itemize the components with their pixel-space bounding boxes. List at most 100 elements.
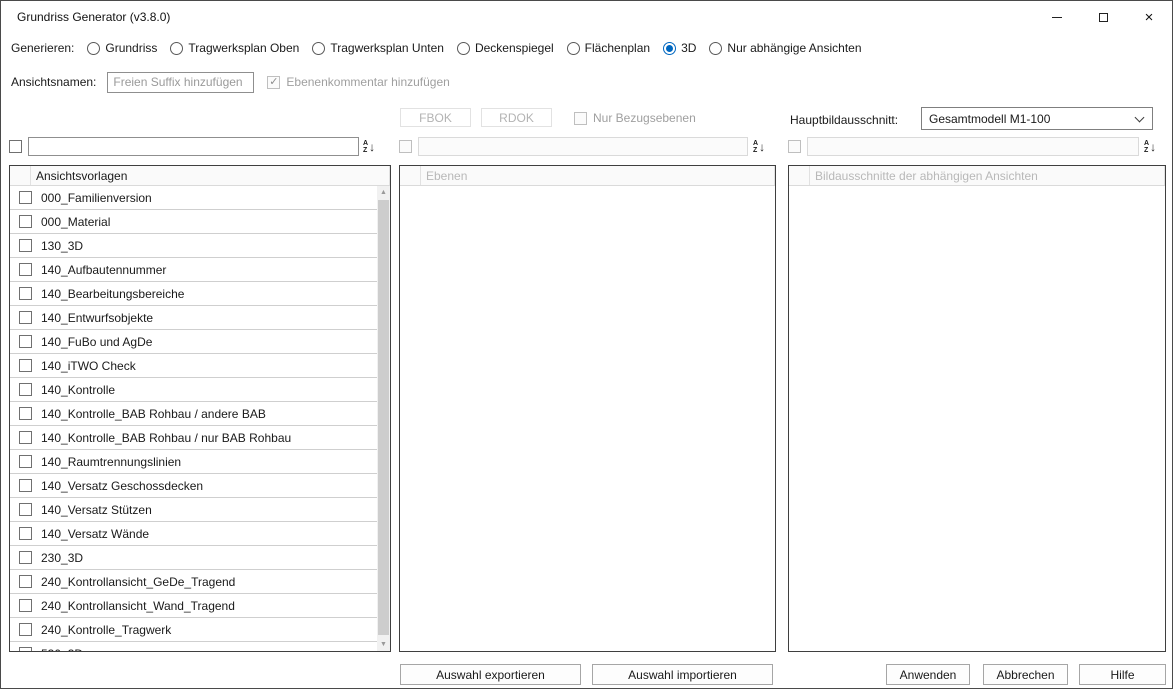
scroll-up-icon[interactable]: ▲	[377, 186, 390, 199]
scrollbar-thumb[interactable]	[378, 200, 389, 635]
radio-label: 3D	[681, 41, 696, 55]
template-list-item[interactable]: 140_Kontrolle_BAB Rohbau / nur BAB Rohba…	[10, 426, 377, 450]
template-list-item[interactable]: 140_Kontrolle	[10, 378, 377, 402]
template-list-item[interactable]: 140_Versatz Geschossdecken	[10, 474, 377, 498]
template-list-item[interactable]: 140_Kontrolle_BAB Rohbau / andere BAB	[10, 402, 377, 426]
checkmark-icon: ✓	[269, 77, 278, 88]
dependent-viewports-list	[789, 186, 1165, 651]
templates-filter-checkbox[interactable]	[9, 140, 22, 153]
radio-grundriss[interactable]: Grundriss	[87, 41, 157, 55]
radio-label: Tragwerksplan Oben	[188, 41, 299, 55]
row-label: 140_FuBo und AgDe	[41, 335, 152, 349]
sort-letter-a: A	[1144, 140, 1149, 148]
row-checkbox[interactable]	[19, 503, 32, 516]
view-templates-header-label[interactable]: Ansichtsvorlagen	[31, 166, 390, 185]
cancel-button[interactable]: Abbrechen	[983, 664, 1068, 685]
close-button[interactable]: ×	[1126, 1, 1172, 33]
fbok-button[interactable]: FBOK	[400, 108, 471, 127]
radio-flächenplan[interactable]: Flächenplan	[567, 41, 650, 55]
header-checkbox-column[interactable]	[10, 166, 31, 185]
template-list-item[interactable]: 240_Kontrollansicht_GeDe_Tragend	[10, 570, 377, 594]
generate-options: Grundriss Tragwerksplan Oben Tragwerksplan…	[87, 41, 861, 55]
row-checkbox[interactable]	[19, 575, 32, 588]
level-comment-checkbox-box: ✓	[267, 76, 280, 89]
row-label: 240_Kontrollansicht_Wand_Tragend	[41, 599, 235, 613]
row-label: 140_iTWO Check	[41, 359, 136, 373]
header-checkbox-column	[789, 166, 810, 185]
row-checkbox[interactable]	[19, 599, 32, 612]
template-list-item[interactable]: 000_Material	[10, 210, 377, 234]
levels-list	[400, 186, 775, 651]
template-list-item[interactable]: 140_Bearbeitungsbereiche	[10, 282, 377, 306]
view-templates-header: Ansichtsvorlagen	[10, 166, 390, 186]
apply-button[interactable]: Anwenden	[886, 664, 970, 685]
radio-deckenspiegel[interactable]: Deckenspiegel	[457, 41, 554, 55]
main-viewport-select[interactable]: Gesamtmodell M1-100	[921, 107, 1153, 130]
row-label: 140_Versatz Wände	[41, 527, 149, 541]
radio-3d[interactable]: 3D	[663, 41, 696, 55]
row-checkbox[interactable]	[19, 479, 32, 492]
templates-filter-input[interactable]	[28, 137, 359, 156]
row-label: 530_3D	[41, 647, 83, 652]
generate-row: Generieren: Grundriss Tragwerksplan Oben T…	[11, 37, 862, 59]
radio-icon	[709, 42, 722, 55]
radio-tragwerksplan-unten[interactable]: Tragwerksplan Unten	[312, 41, 444, 55]
row-checkbox[interactable]	[19, 527, 32, 540]
row-checkbox[interactable]	[19, 215, 32, 228]
import-selection-button[interactable]: Auswahl importieren	[592, 664, 773, 685]
row-label: 240_Kontrollansicht_GeDe_Tragend	[41, 575, 235, 589]
vertical-scrollbar[interactable]: ▲ ▼	[377, 186, 390, 651]
row-checkbox[interactable]	[19, 191, 32, 204]
template-list-item[interactable]: 140_Raumtrennungslinien	[10, 450, 377, 474]
levels-filter-checkbox	[399, 140, 412, 153]
template-list-item[interactable]: 230_3D	[10, 546, 377, 570]
radio-tragwerksplan-oben[interactable]: Tragwerksplan Oben	[170, 41, 299, 55]
row-label: 140_Bearbeitungsbereiche	[41, 287, 184, 301]
suffix-input[interactable]	[107, 72, 254, 93]
row-checkbox[interactable]	[19, 551, 32, 564]
levels-panel: Ebenen	[399, 165, 776, 652]
row-checkbox[interactable]	[19, 431, 32, 444]
rdok-button[interactable]: RDOK	[481, 108, 552, 127]
maximize-button[interactable]	[1080, 1, 1126, 33]
template-list-item[interactable]: 140_Entwurfsobjekte	[10, 306, 377, 330]
templates-sort-az-icon[interactable]: AZ ↓	[363, 138, 375, 156]
row-checkbox[interactable]	[19, 311, 32, 324]
template-list-item[interactable]: 130_3D	[10, 234, 377, 258]
row-label: 140_Kontrolle_BAB Rohbau / nur BAB Rohba…	[41, 431, 291, 445]
row-checkbox[interactable]	[19, 263, 32, 276]
sort-arrow-icon: ↓	[369, 141, 375, 153]
sort-letter-a: A	[753, 140, 758, 148]
row-checkbox[interactable]	[19, 383, 32, 396]
generate-label: Generieren:	[11, 41, 74, 55]
row-checkbox[interactable]	[19, 647, 32, 651]
radio-nur-abhängige-ansichten[interactable]: Nur abhängige Ansichten	[709, 41, 861, 55]
row-checkbox[interactable]	[19, 287, 32, 300]
help-button[interactable]: Hilfe	[1079, 664, 1166, 685]
minimize-button[interactable]	[1034, 1, 1080, 33]
template-list-item[interactable]: 140_Versatz Stützen	[10, 498, 377, 522]
scroll-down-icon[interactable]: ▼	[377, 638, 390, 651]
template-list-item[interactable]: 140_FuBo und AgDe	[10, 330, 377, 354]
row-checkbox[interactable]	[19, 407, 32, 420]
row-label: 140_Entwurfsobjekte	[41, 311, 153, 325]
row-checkbox[interactable]	[19, 455, 32, 468]
export-selection-button[interactable]: Auswahl exportieren	[400, 664, 581, 685]
row-checkbox[interactable]	[19, 335, 32, 348]
view-templates-list: 000_Familienversion000_Material 130_3D 140…	[10, 186, 390, 651]
levels-filter-input	[418, 137, 748, 156]
levels-sort-az-icon[interactable]: AZ ↓	[753, 138, 765, 156]
template-list-item[interactable]: 530_3D	[10, 642, 377, 651]
template-list-item[interactable]: 140_Versatz Wände	[10, 522, 377, 546]
template-list-item[interactable]: 140_Aufbautennummer	[10, 258, 377, 282]
row-checkbox[interactable]	[19, 623, 32, 636]
template-list-item[interactable]: 240_Kontrollansicht_Wand_Tragend	[10, 594, 377, 618]
header-checkbox-column	[400, 166, 421, 185]
row-checkbox[interactable]	[19, 359, 32, 372]
row-label: 130_3D	[41, 239, 83, 253]
template-list-item[interactable]: 000_Familienversion	[10, 186, 377, 210]
viewports-sort-az-icon[interactable]: AZ ↓	[1144, 138, 1156, 156]
row-checkbox[interactable]	[19, 239, 32, 252]
template-list-item[interactable]: 240_Kontrolle_Tragwerk	[10, 618, 377, 642]
template-list-item[interactable]: 140_iTWO Check	[10, 354, 377, 378]
